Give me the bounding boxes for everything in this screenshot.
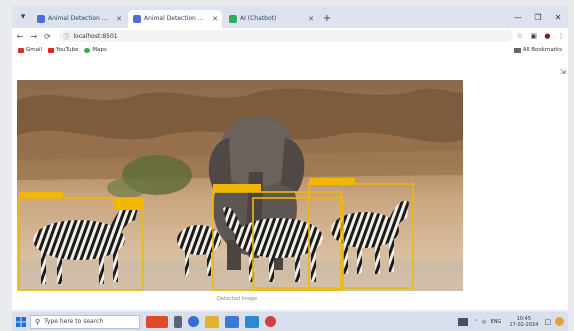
chrome-icon[interactable] [188,316,199,327]
tab-favicon-icon [37,15,45,23]
bookmark-label: YouTube [56,47,79,53]
reload-icon[interactable]: ⟳ [42,32,54,41]
screen: ▾ Animal Detection using YOLO ✕ Animal D… [0,0,574,331]
wifi-icon[interactable]: ◎ [482,319,486,325]
colorful-app-icon[interactable] [555,317,564,326]
tray-chevron-icon[interactable]: ⌃ [474,319,478,325]
bookmarks-bar: Gmail YouTube Maps All Bookmarks [12,44,568,56]
all-bookmarks-label: All Bookmarks [522,47,562,53]
minimize-icon[interactable]: — [508,13,528,22]
tab-animal-detection-2[interactable]: Animal Detection using YOLO ✕ [128,10,222,28]
youtube-icon [48,47,55,53]
vscode-icon[interactable] [245,315,259,328]
site-info-icon[interactable]: ⓘ [63,32,69,41]
back-icon[interactable]: ← [14,32,26,41]
tab-title: AI (Chatbot) [240,15,277,22]
windows-start-icon[interactable] [12,312,30,331]
profile-avatar-icon[interactable]: ● [541,32,555,40]
notification-icon[interactable]: □ [544,318,551,326]
url-text: localhost:8501 [73,32,118,40]
tab-strip: ▾ Animal Detection using YOLO ✕ Animal D… [12,6,568,28]
store-icon[interactable] [225,315,239,328]
sidebar-toggle-icon[interactable]: ⇲ [560,68,566,76]
detection-label [113,198,143,210]
browser-toolbar: ← → ⟳ ⓘ localhost:8501 ☆ ▣ ● ⋮ [12,28,568,44]
new-tab-icon[interactable]: + [320,10,334,28]
search-icon: ⚲ [35,317,41,326]
tab-chatbot[interactable]: AI (Chatbot) ✕ [224,10,318,28]
bookmark-label: Gmail [26,47,43,53]
window-controls: — ❐ ✕ [508,6,568,28]
bookmark-maps[interactable]: Maps [84,47,107,53]
detected-image [17,80,463,291]
tab-favicon-icon [133,15,141,23]
taskbar-search-input[interactable]: ⚲ Type here to search [30,314,140,329]
close-window-icon[interactable]: ✕ [548,13,568,22]
tray-app-icon[interactable] [457,317,468,326]
folder-icon [513,47,521,53]
extensions-icon[interactable]: ▣ [527,32,541,40]
language-indicator[interactable]: ENG [491,319,502,325]
bookmark-gmail[interactable]: Gmail [18,47,42,53]
detection-label [213,184,261,192]
clock-date: 17-02-2024 [509,321,539,328]
close-tab-icon[interactable]: ✕ [212,10,218,28]
page-content: ⇲ Detected Image [12,56,568,310]
clock[interactable]: 10:45 17-02-2024 [509,316,538,328]
tab-title: Animal Detection using YOLO [48,15,110,22]
bookmark-star-icon[interactable]: ☆ [513,32,527,40]
weather-widget-icon[interactable] [146,315,168,328]
search-placeholder: Type here to search [44,318,104,325]
file-explorer-icon[interactable] [205,315,219,328]
system-tray: ⌃ ◎ ENG 10:45 17-02-2024 □ [457,316,568,328]
task-view-icon[interactable] [174,315,182,328]
image-caption: Detected Image [217,296,258,302]
taskbar: ⚲ Type here to search ⌃ ◎ ENG 10:45 17-0… [12,312,568,331]
tab-animal-detection-1[interactable]: Animal Detection using YOLO ✕ [32,10,126,28]
close-tab-icon[interactable]: ✕ [308,10,314,28]
all-bookmarks[interactable]: All Bookmarks [513,47,562,53]
close-tab-icon[interactable]: ✕ [116,10,122,28]
tab-search-icon[interactable]: ▾ [16,10,30,24]
bookmark-youtube[interactable]: YouTube [48,47,78,53]
browser-icon[interactable] [265,316,276,327]
tab-title: Animal Detection using YOLO [144,15,206,22]
tab-favicon-icon [229,15,237,23]
bookmark-label: Maps [92,47,107,53]
maximize-icon[interactable]: ❐ [528,13,548,22]
detection-label [19,192,63,198]
gmail-icon [18,47,24,53]
maps-pin-icon [84,47,91,53]
detection-label [309,178,355,185]
address-bar[interactable]: ⓘ localhost:8501 [59,30,514,42]
menu-kebab-icon[interactable]: ⋮ [554,32,568,40]
forward-icon[interactable]: → [28,32,40,41]
